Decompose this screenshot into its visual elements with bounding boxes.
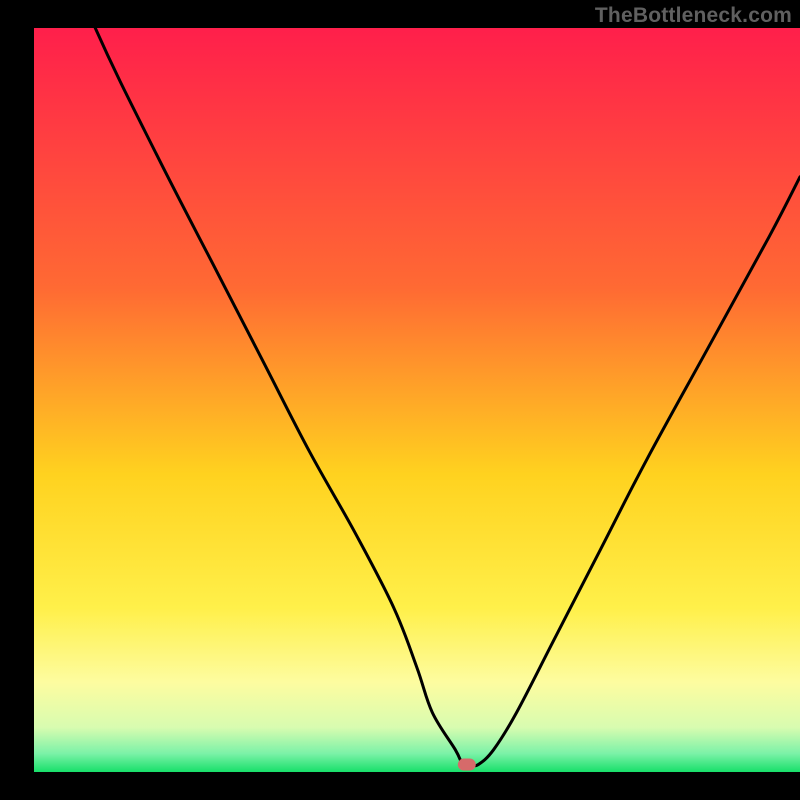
chart-canvas <box>0 0 800 800</box>
watermark-text: TheBottleneck.com <box>595 4 792 28</box>
optimal-marker <box>458 759 476 771</box>
bottleneck-chart: TheBottleneck.com <box>0 0 800 800</box>
